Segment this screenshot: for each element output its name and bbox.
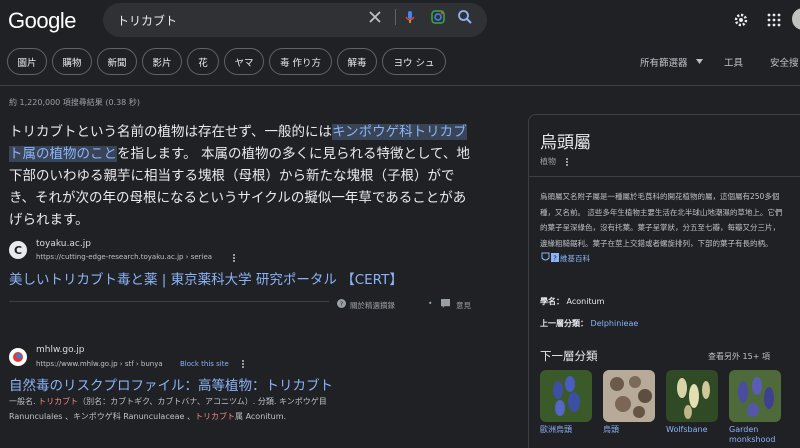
chip-yama[interactable]: ヤマ: [224, 48, 264, 75]
subtaxa-heading: 下一層分類: [540, 349, 598, 363]
lens-icon[interactable]: [430, 9, 446, 25]
thumb-wutou[interactable]: [603, 370, 655, 422]
account-avatar[interactable]: [792, 8, 800, 30]
favicon-toyaku: C: [9, 241, 27, 259]
all-filters-button[interactable]: 所有篩選器: [640, 55, 688, 69]
dot-separator: •: [428, 299, 433, 308]
panel-parent-row: 上一層分類： Delphinieae: [540, 319, 639, 328]
result-url[interactable]: https://cutting-edge-research.toyaku.ac.…: [36, 253, 212, 261]
panel-more-icon[interactable]: [565, 157, 569, 167]
result-stats: 約 1,220,000 項搜尋結果 (0.38 秒): [9, 98, 140, 107]
tools-button[interactable]: 工具: [724, 55, 743, 69]
chip-antidote[interactable]: 解毒: [337, 48, 377, 75]
result-site-name[interactable]: mhlw.go.jp: [36, 345, 85, 355]
result-site-name[interactable]: toyaku.ac.jp: [36, 239, 91, 249]
thumb-label[interactable]: Garden monkshood: [729, 425, 785, 445]
thumb-garden-monkshood[interactable]: [729, 370, 781, 422]
wikipedia-link[interactable]: 維基百科: [560, 254, 590, 263]
snippet-separator: [9, 301, 329, 302]
microphone-icon[interactable]: [402, 9, 418, 25]
result-description: 一般名. トリカブト（別名：カブトギク、カブトバナ、アコニツム）. 分類. キン…: [9, 397, 327, 421]
svg-text:?: ?: [553, 255, 557, 263]
chevron-down-icon: [696, 59, 703, 64]
chip-news[interactable]: 新聞: [97, 48, 137, 75]
result-title-link[interactable]: 美しいトリカブト毒と薬 | 東京薬科大学 研究ポータル 【CERT】: [9, 268, 403, 288]
chip-videos[interactable]: 影片: [142, 48, 182, 75]
result-title-link[interactable]: 自然毒のリスクプロファイル：高等植物：トリカブト: [9, 374, 333, 394]
chip-youshu[interactable]: ヨウ シュ: [382, 48, 446, 75]
snippet-text-pre: トリカブトという名前の植物は存在せず、一般的には: [9, 124, 333, 140]
search-icon[interactable]: [457, 9, 473, 25]
chip-flower[interactable]: 花: [187, 48, 219, 75]
clear-icon[interactable]: [367, 9, 383, 25]
apps-grid-icon[interactable]: [766, 12, 782, 28]
panel-description: 烏頭屬又名附子屬是一種屬於毛茛科的開花植物的屬，這個屬有250多個種，又名前。 …: [540, 192, 783, 263]
header-divider: [0, 85, 800, 86]
thumb-label[interactable]: 烏頭: [603, 425, 619, 435]
thumb-label[interactable]: Wolfsbane: [666, 425, 708, 435]
block-site-link[interactable]: Block this site: [180, 360, 229, 368]
settings-gear-icon[interactable]: [733, 12, 749, 28]
panel-divider: [528, 176, 800, 177]
google-logo[interactable]: Google: [8, 8, 76, 34]
view-more-link[interactable]: 查看另外 15+ 項: [708, 351, 770, 362]
chip-shopping[interactable]: 購物: [52, 48, 92, 75]
feedback-link[interactable]: 意見: [456, 300, 471, 311]
wikipedia-shield-icon: ?: [541, 252, 559, 263]
thumb-wolfsbane[interactable]: [666, 370, 718, 422]
about-snippets-link[interactable]: 關於精選摘錄: [350, 300, 395, 311]
favicon-mhlw: [9, 348, 27, 366]
help-icon: ?: [337, 299, 346, 308]
panel-species-row: 學名： Aconitum: [540, 297, 605, 306]
featured-snippet: トリカブトという名前の植物は存在せず、一般的にはキンポウゲ科トリカブト属の植物の…: [9, 121, 471, 231]
result-url[interactable]: https://www.mhlw.go.jp › stf › bunya: [36, 360, 163, 368]
more-options-icon[interactable]: [232, 253, 236, 263]
safesearch-button[interactable]: 安全搜: [770, 55, 799, 69]
more-options-icon[interactable]: [241, 359, 245, 369]
panel-title: 烏頭屬: [540, 133, 591, 153]
thumb-european-monkshood[interactable]: [540, 370, 592, 422]
search-divider: [395, 9, 396, 25]
svg-text:?: ?: [340, 301, 343, 308]
thumb-label[interactable]: 歐洲烏頭: [540, 425, 572, 435]
parent-taxon-link[interactable]: Delphinieae: [591, 319, 639, 328]
search-input[interactable]: トリカブト: [117, 12, 177, 29]
feedback-icon: [441, 299, 450, 308]
panel-subtitle: 植物: [540, 157, 556, 166]
chip-images[interactable]: 圖片: [7, 48, 47, 75]
chip-poison-howto[interactable]: 毒 作り方: [269, 48, 332, 75]
